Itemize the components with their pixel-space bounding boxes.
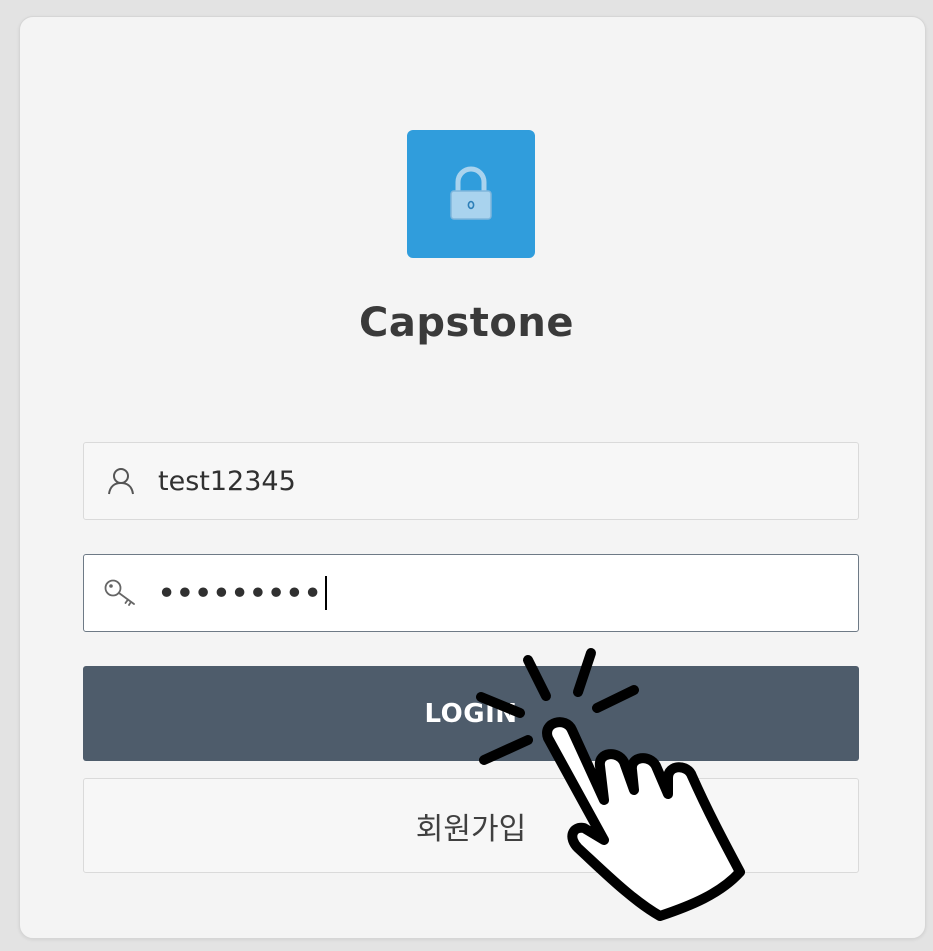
user-icon — [84, 443, 158, 519]
login-button[interactable]: LOGIN — [83, 666, 859, 761]
password-field[interactable]: ••••••••• — [83, 554, 859, 632]
app-logo — [407, 130, 535, 258]
key-icon — [84, 555, 158, 631]
app-title: Capstone — [359, 300, 574, 346]
password-value: ••••••••• — [158, 577, 323, 609]
username-value: test12345 — [158, 465, 296, 497]
text-caret — [325, 576, 328, 610]
username-field[interactable]: test12345 — [83, 442, 859, 520]
signup-button[interactable]: 회원가입 — [83, 778, 859, 873]
lock-icon — [450, 166, 492, 220]
